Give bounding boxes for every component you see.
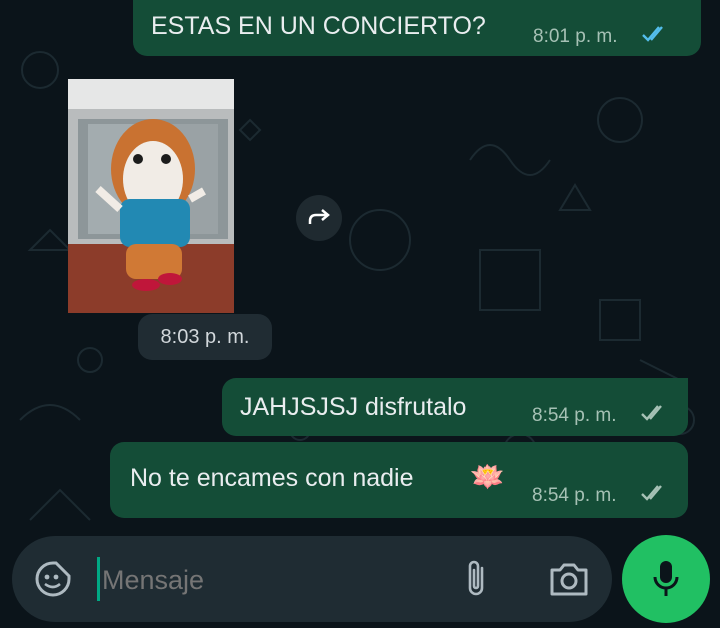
sticker-icon[interactable] [34,560,72,598]
message-input[interactable] [100,557,444,603]
delivered-ticks-icon [641,485,662,501]
message-text: No te encames con nadie [130,464,414,492]
delivered-ticks-icon [641,405,662,421]
image-message[interactable] [68,79,234,313]
forward-icon [308,209,330,224]
paperclip-icon[interactable] [462,558,492,600]
message-time: 8:54 p. m. [532,405,617,426]
message-time: 8:01 p. m. [533,26,618,47]
forward-button[interactable] [296,195,342,241]
outgoing-message[interactable]: No te encames con nadie 🪷 8:54 p. m. [110,442,688,518]
outgoing-message[interactable]: ESTAS EN UN CONCIERTO? 8:01 p. m. [133,0,701,56]
message-text: ESTAS EN UN CONCIERTO? [151,12,486,40]
read-ticks-icon [642,26,663,42]
incoming-image-timestamp: 8:03 p. m. [138,314,272,360]
mascot-photo [68,79,234,313]
message-text: JAHJSJSJ disfrutalo [240,393,467,421]
message-time: 8:03 p. m. [160,325,250,348]
voice-message-button[interactable] [622,535,710,623]
camera-icon[interactable] [548,560,590,598]
outgoing-message[interactable]: JAHJSJSJ disfrutalo 8:54 p. m. [222,378,688,436]
message-time: 8:54 p. m. [532,485,617,506]
message-emoji: 🪷 [470,461,505,492]
microphone-icon [653,561,679,596]
